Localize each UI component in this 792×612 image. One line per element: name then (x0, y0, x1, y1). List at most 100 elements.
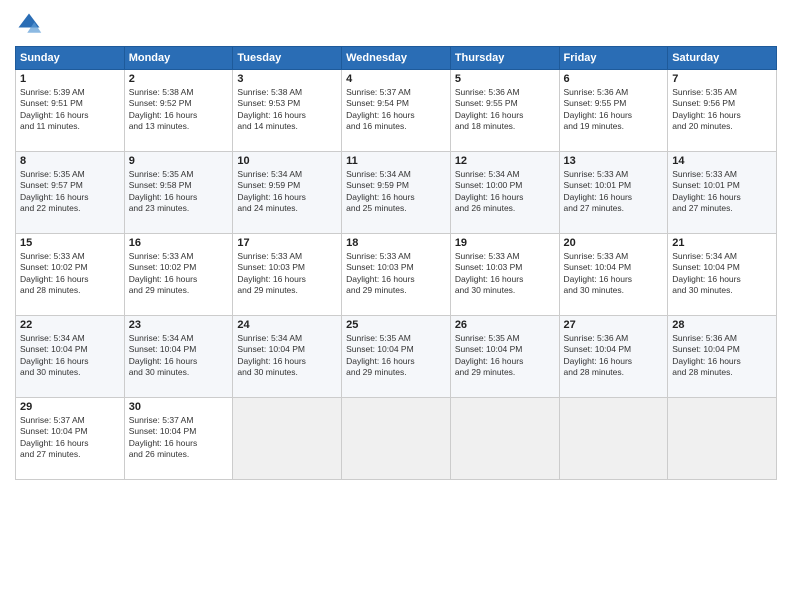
daylight-label: Daylight: 16 hours (237, 356, 306, 366)
daylight-minutes: and 27 minutes. (672, 203, 732, 213)
sunset-label: Sunset: 10:01 PM (564, 180, 632, 190)
daylight-minutes: and 14 minutes. (237, 121, 297, 131)
sunrise-label: Sunrise: 5:33 AM (564, 251, 629, 261)
day-number: 5 (455, 73, 555, 85)
logo (15, 10, 47, 38)
daylight-label: Daylight: 16 hours (672, 110, 741, 120)
day-info: Sunrise: 5:34 AM Sunset: 9:59 PM Dayligh… (237, 169, 337, 215)
daylight-label: Daylight: 16 hours (20, 438, 89, 448)
calendar-cell: 24 Sunrise: 5:34 AM Sunset: 10:04 PM Day… (233, 316, 342, 398)
day-info: Sunrise: 5:34 AM Sunset: 10:04 PM Daylig… (20, 333, 120, 379)
daylight-label: Daylight: 16 hours (346, 192, 415, 202)
sunset-label: Sunset: 10:04 PM (672, 344, 740, 354)
daylight-label: Daylight: 16 hours (20, 356, 89, 366)
day-info: Sunrise: 5:35 AM Sunset: 9:58 PM Dayligh… (129, 169, 229, 215)
sunset-label: Sunset: 10:02 PM (20, 262, 88, 272)
daylight-minutes: and 26 minutes. (455, 203, 515, 213)
day-number: 23 (129, 319, 229, 331)
logo-icon (15, 10, 43, 38)
daylight-minutes: and 30 minutes. (237, 367, 297, 377)
daylight-label: Daylight: 16 hours (20, 192, 89, 202)
sunset-label: Sunset: 9:59 PM (237, 180, 300, 190)
sunrise-label: Sunrise: 5:34 AM (346, 169, 411, 179)
sunset-label: Sunset: 9:54 PM (346, 98, 409, 108)
daylight-minutes: and 29 minutes. (346, 285, 406, 295)
daylight-label: Daylight: 16 hours (237, 274, 306, 284)
day-number: 6 (564, 73, 664, 85)
day-number: 14 (672, 155, 772, 167)
page: Sunday Monday Tuesday Wednesday Thursday… (0, 0, 792, 612)
daylight-label: Daylight: 16 hours (564, 274, 633, 284)
daylight-label: Daylight: 16 hours (564, 110, 633, 120)
daylight-label: Daylight: 16 hours (237, 192, 306, 202)
sunset-label: Sunset: 9:53 PM (237, 98, 300, 108)
sunrise-label: Sunrise: 5:36 AM (564, 333, 629, 343)
header-friday: Friday (559, 47, 668, 70)
calendar-cell: 18 Sunrise: 5:33 AM Sunset: 10:03 PM Day… (342, 234, 451, 316)
daylight-minutes: and 18 minutes. (455, 121, 515, 131)
header-monday: Monday (124, 47, 233, 70)
calendar-cell: 21 Sunrise: 5:34 AM Sunset: 10:04 PM Day… (668, 234, 777, 316)
sunset-label: Sunset: 10:04 PM (237, 344, 305, 354)
calendar-week-row: 22 Sunrise: 5:34 AM Sunset: 10:04 PM Day… (16, 316, 777, 398)
daylight-label: Daylight: 16 hours (129, 438, 198, 448)
daylight-label: Daylight: 16 hours (20, 274, 89, 284)
calendar-cell: 14 Sunrise: 5:33 AM Sunset: 10:01 PM Day… (668, 152, 777, 234)
calendar-cell: 27 Sunrise: 5:36 AM Sunset: 10:04 PM Day… (559, 316, 668, 398)
daylight-label: Daylight: 16 hours (20, 110, 89, 120)
calendar-cell: 7 Sunrise: 5:35 AM Sunset: 9:56 PM Dayli… (668, 70, 777, 152)
calendar-cell (233, 398, 342, 480)
day-info: Sunrise: 5:37 AM Sunset: 9:54 PM Dayligh… (346, 87, 446, 133)
sunset-label: Sunset: 10:02 PM (129, 262, 197, 272)
sunset-label: Sunset: 9:59 PM (346, 180, 409, 190)
daylight-minutes: and 28 minutes. (20, 285, 80, 295)
daylight-minutes: and 30 minutes. (564, 285, 624, 295)
sunrise-label: Sunrise: 5:39 AM (20, 87, 85, 97)
daylight-label: Daylight: 16 hours (672, 274, 741, 284)
daylight-label: Daylight: 16 hours (564, 192, 633, 202)
sunset-label: Sunset: 10:03 PM (237, 262, 305, 272)
day-info: Sunrise: 5:34 AM Sunset: 9:59 PM Dayligh… (346, 169, 446, 215)
sunset-label: Sunset: 10:00 PM (455, 180, 523, 190)
sunrise-label: Sunrise: 5:37 AM (346, 87, 411, 97)
daylight-label: Daylight: 16 hours (129, 110, 198, 120)
day-number: 8 (20, 155, 120, 167)
calendar-cell: 19 Sunrise: 5:33 AM Sunset: 10:03 PM Day… (450, 234, 559, 316)
day-number: 30 (129, 401, 229, 413)
sunrise-label: Sunrise: 5:37 AM (129, 415, 194, 425)
day-number: 10 (237, 155, 337, 167)
calendar-table: Sunday Monday Tuesday Wednesday Thursday… (15, 46, 777, 480)
calendar-week-row: 15 Sunrise: 5:33 AM Sunset: 10:02 PM Day… (16, 234, 777, 316)
sunrise-label: Sunrise: 5:38 AM (129, 87, 194, 97)
day-info: Sunrise: 5:39 AM Sunset: 9:51 PM Dayligh… (20, 87, 120, 133)
day-number: 26 (455, 319, 555, 331)
day-number: 1 (20, 73, 120, 85)
day-info: Sunrise: 5:37 AM Sunset: 10:04 PM Daylig… (129, 415, 229, 461)
calendar-cell: 13 Sunrise: 5:33 AM Sunset: 10:01 PM Day… (559, 152, 668, 234)
calendar-cell: 8 Sunrise: 5:35 AM Sunset: 9:57 PM Dayli… (16, 152, 125, 234)
calendar-cell: 25 Sunrise: 5:35 AM Sunset: 10:04 PM Day… (342, 316, 451, 398)
sunset-label: Sunset: 10:04 PM (455, 344, 523, 354)
daylight-minutes: and 27 minutes. (564, 203, 624, 213)
daylight-minutes: and 28 minutes. (564, 367, 624, 377)
sunrise-label: Sunrise: 5:35 AM (455, 333, 520, 343)
sunrise-label: Sunrise: 5:34 AM (237, 169, 302, 179)
sunrise-label: Sunrise: 5:36 AM (455, 87, 520, 97)
daylight-minutes: and 29 minutes. (455, 367, 515, 377)
sunrise-label: Sunrise: 5:37 AM (20, 415, 85, 425)
day-info: Sunrise: 5:34 AM Sunset: 10:04 PM Daylig… (129, 333, 229, 379)
day-number: 24 (237, 319, 337, 331)
daylight-label: Daylight: 16 hours (346, 274, 415, 284)
day-number: 22 (20, 319, 120, 331)
daylight-minutes: and 25 minutes. (346, 203, 406, 213)
day-info: Sunrise: 5:33 AM Sunset: 10:03 PM Daylig… (455, 251, 555, 297)
sunset-label: Sunset: 10:04 PM (129, 426, 197, 436)
day-info: Sunrise: 5:36 AM Sunset: 10:04 PM Daylig… (672, 333, 772, 379)
calendar-cell: 1 Sunrise: 5:39 AM Sunset: 9:51 PM Dayli… (16, 70, 125, 152)
calendar-cell: 28 Sunrise: 5:36 AM Sunset: 10:04 PM Day… (668, 316, 777, 398)
header-sunday: Sunday (16, 47, 125, 70)
daylight-label: Daylight: 16 hours (237, 110, 306, 120)
calendar-cell: 9 Sunrise: 5:35 AM Sunset: 9:58 PM Dayli… (124, 152, 233, 234)
sunrise-label: Sunrise: 5:35 AM (129, 169, 194, 179)
sunset-label: Sunset: 9:55 PM (455, 98, 518, 108)
